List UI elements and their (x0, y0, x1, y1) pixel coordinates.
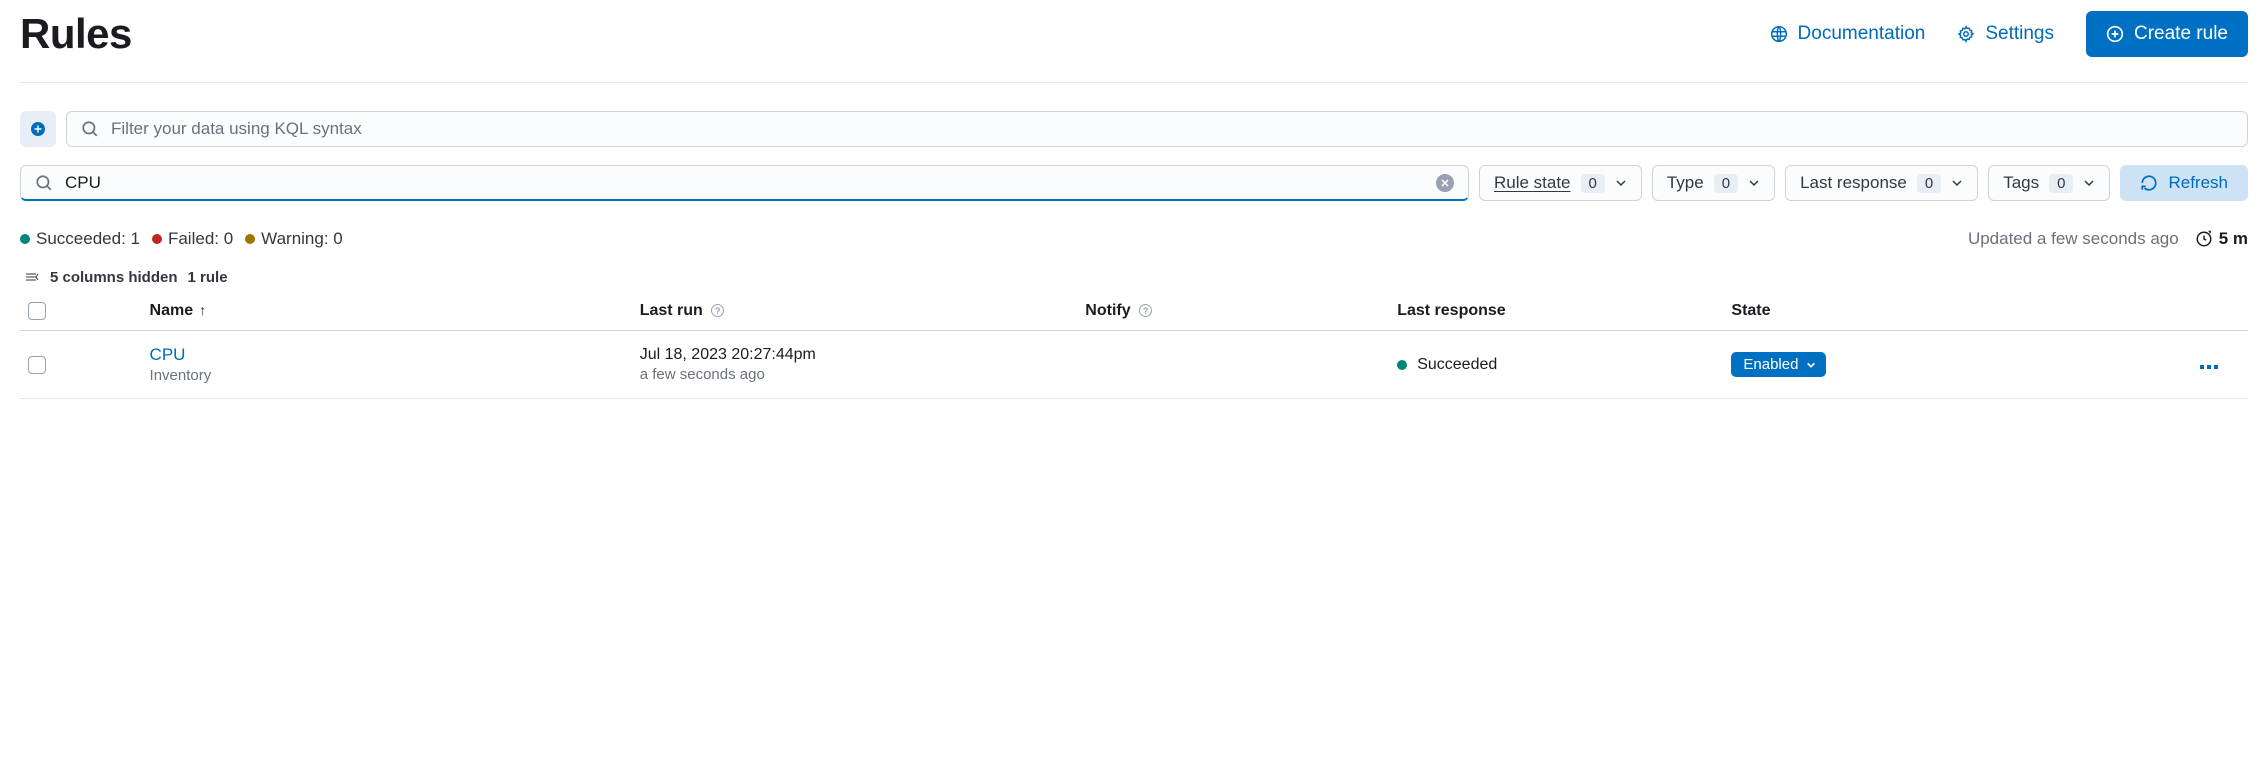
hidden-columns-text[interactable]: 5 columns hidden (50, 269, 178, 286)
rule-state-count: 0 (1581, 174, 1605, 193)
notify-cell (1077, 331, 1389, 399)
documentation-link[interactable]: Documentation (1770, 23, 1926, 45)
type-filter[interactable]: Type 0 (1652, 165, 1775, 201)
table-meta: 5 columns hidden 1 rule (20, 269, 2248, 286)
column-header-last-response[interactable]: Last response (1389, 292, 1723, 331)
search-filter-row: Rule state 0 Type 0 Last response 0 Tags… (20, 165, 2248, 201)
warning-count: Warning: 0 (261, 229, 343, 249)
last-response-count: 0 (1917, 174, 1941, 193)
kql-input[interactable] (111, 119, 2233, 139)
sort-asc-icon: ↑ (199, 302, 206, 318)
last-response-cell: Succeeded (1397, 356, 1715, 374)
last-response-filter[interactable]: Last response 0 (1785, 165, 1978, 201)
refresh-icon (2140, 174, 2158, 192)
status-counts: Succeeded: 1 Failed: 0 Warning: 0 (20, 229, 343, 249)
chevron-down-icon (1951, 177, 1963, 189)
create-rule-label: Create rule (2134, 23, 2228, 45)
tags-label: Tags (2003, 173, 2039, 193)
page-title: Rules (20, 10, 132, 58)
table-row: CPU Inventory Jul 18, 2023 20:27:44pm a … (20, 331, 2248, 399)
status-dot-icon (1397, 360, 1407, 370)
status-dot-icon (245, 234, 255, 244)
search-icon (81, 120, 99, 138)
select-all-checkbox[interactable] (28, 302, 46, 320)
state-label: Enabled (1743, 356, 1798, 373)
rule-name-link[interactable]: CPU (150, 345, 624, 365)
refresh-label: Refresh (2168, 173, 2228, 193)
status-dot-icon (20, 234, 30, 244)
search-input-container[interactable] (20, 165, 1469, 201)
rule-state-filter[interactable]: Rule state 0 (1479, 165, 1642, 201)
column-header-state[interactable]: State (1723, 292, 2102, 331)
search-input[interactable] (65, 173, 1424, 193)
rules-table: Name↑ Last run ? Notify ? Last response … (20, 292, 2248, 399)
kql-filter-row (20, 111, 2248, 147)
kql-input-container[interactable] (66, 111, 2248, 147)
chevron-down-icon (1806, 360, 1816, 370)
columns-icon (24, 270, 40, 286)
settings-link[interactable]: Settings (1957, 23, 2054, 45)
tags-count: 0 (2049, 174, 2073, 193)
updated-text: Updated a few seconds ago (1968, 229, 2179, 249)
state-toggle[interactable]: Enabled (1731, 352, 1826, 377)
plus-circle-icon (2106, 25, 2124, 43)
succeeded-count: Succeeded: 1 (36, 229, 140, 249)
header-actions: Documentation Settings Create rule (1770, 11, 2248, 57)
clock-refresh-icon (2195, 230, 2213, 248)
status-dot-icon (152, 234, 162, 244)
row-actions-button[interactable] (2200, 365, 2218, 369)
gear-icon (1957, 25, 1975, 43)
column-header-name[interactable]: Name↑ (142, 292, 632, 331)
refresh-interval[interactable]: 5 m (2195, 229, 2248, 249)
tags-filter[interactable]: Tags 0 (1988, 165, 2110, 201)
interval-label: 5 m (2219, 229, 2248, 249)
rule-state-label: Rule state (1494, 173, 1571, 193)
documentation-icon (1770, 25, 1788, 43)
add-filter-button[interactable] (20, 111, 56, 147)
type-count: 0 (1714, 174, 1738, 193)
chevron-down-icon (1615, 177, 1627, 189)
row-checkbox[interactable] (28, 356, 46, 374)
failed-count: Failed: 0 (168, 229, 233, 249)
last-response-text: Succeeded (1417, 356, 1497, 374)
documentation-label: Documentation (1798, 23, 1926, 45)
last-run-time: Jul 18, 2023 20:27:44pm (640, 346, 1070, 364)
create-rule-button[interactable]: Create rule (2086, 11, 2248, 57)
rule-type-label: Inventory (150, 367, 624, 384)
column-header-last-run[interactable]: Last run ? (632, 292, 1078, 331)
refresh-button[interactable]: Refresh (2120, 165, 2248, 201)
chevron-down-icon (2083, 177, 2095, 189)
type-label: Type (1667, 173, 1704, 193)
chevron-down-icon (1748, 177, 1760, 189)
info-icon[interactable]: ? (711, 304, 724, 317)
rule-count-text: 1 rule (188, 269, 228, 286)
status-bar: Succeeded: 1 Failed: 0 Warning: 0 Update… (20, 229, 2248, 249)
column-header-notify[interactable]: Notify ? (1077, 292, 1389, 331)
search-icon (35, 174, 53, 192)
info-icon[interactable]: ? (1139, 304, 1152, 317)
plus-filled-icon (30, 121, 46, 137)
clear-search-button[interactable] (1436, 174, 1454, 192)
status-updated: Updated a few seconds ago 5 m (1968, 229, 2248, 249)
page-header: Rules Documentation Settings Create rule (20, 10, 2248, 83)
last-run-relative: a few seconds ago (640, 366, 1070, 383)
last-response-label: Last response (1800, 173, 1907, 193)
close-icon (1441, 179, 1449, 187)
settings-label: Settings (1985, 23, 2054, 45)
